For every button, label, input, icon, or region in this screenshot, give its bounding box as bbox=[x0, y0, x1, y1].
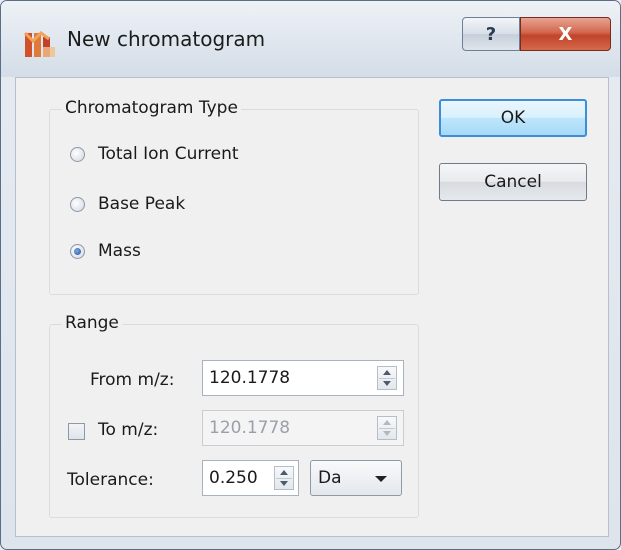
dialog-window: New chromatogram ? X Chromatogram Type T… bbox=[0, 0, 621, 550]
spin-arrows-icon bbox=[377, 416, 397, 440]
unit-selected-value: Da bbox=[318, 468, 342, 488]
to-mz-checkbox[interactable] bbox=[68, 423, 85, 440]
cancel-button[interactable]: Cancel bbox=[439, 163, 587, 201]
spin-arrows-icon[interactable] bbox=[274, 466, 294, 490]
to-mz-label: To m/z: bbox=[98, 420, 159, 440]
radio-label: Mass bbox=[98, 241, 141, 261]
chevron-down-icon bbox=[375, 476, 387, 482]
spin-arrows-icon[interactable] bbox=[377, 366, 397, 390]
ok-button[interactable]: OK bbox=[439, 99, 587, 137]
help-button[interactable]: ? bbox=[462, 17, 520, 51]
radio-button[interactable] bbox=[70, 196, 85, 212]
title-bar[interactable]: New chromatogram ? X bbox=[1, 1, 620, 77]
app-logo-icon bbox=[23, 31, 55, 57]
close-button[interactable]: X bbox=[520, 17, 611, 51]
help-icon: ? bbox=[485, 23, 497, 45]
radio-label: Total Ion Current bbox=[98, 144, 239, 164]
radio-total-ion-current[interactable]: Total Ion Current bbox=[70, 144, 239, 164]
radio-base-peak[interactable]: Base Peak bbox=[70, 194, 185, 214]
radio-button[interactable] bbox=[70, 146, 85, 162]
dialog-client-area: Chromatogram Type Total Ion Current Base… bbox=[15, 77, 609, 537]
radio-button-selected[interactable] bbox=[70, 243, 85, 259]
chromatogram-type-group: Chromatogram Type Total Ion Current Base… bbox=[49, 98, 419, 295]
range-title: Range bbox=[62, 313, 122, 333]
chromatogram-type-title: Chromatogram Type bbox=[62, 98, 241, 118]
radio-mass[interactable]: Mass bbox=[70, 241, 141, 261]
to-mz-spinbox: 120.1778 bbox=[202, 410, 404, 446]
to-mz-value: 120.1778 bbox=[209, 418, 291, 438]
tolerance-value: 0.250 bbox=[209, 468, 258, 488]
from-mz-value: 120.1778 bbox=[209, 368, 291, 388]
range-group: Range From m/z: 120.1778 To m/z: 120.177… bbox=[49, 313, 419, 518]
from-mz-label: From m/z: bbox=[90, 370, 175, 390]
tolerance-label: Tolerance: bbox=[67, 470, 154, 490]
close-icon: X bbox=[558, 23, 573, 45]
radio-label: Base Peak bbox=[98, 194, 186, 214]
tolerance-spinbox[interactable]: 0.250 bbox=[202, 460, 299, 496]
from-mz-spinbox[interactable]: 120.1778 bbox=[202, 360, 404, 396]
window-title: New chromatogram bbox=[67, 27, 266, 51]
unit-dropdown[interactable]: Da bbox=[310, 460, 402, 496]
